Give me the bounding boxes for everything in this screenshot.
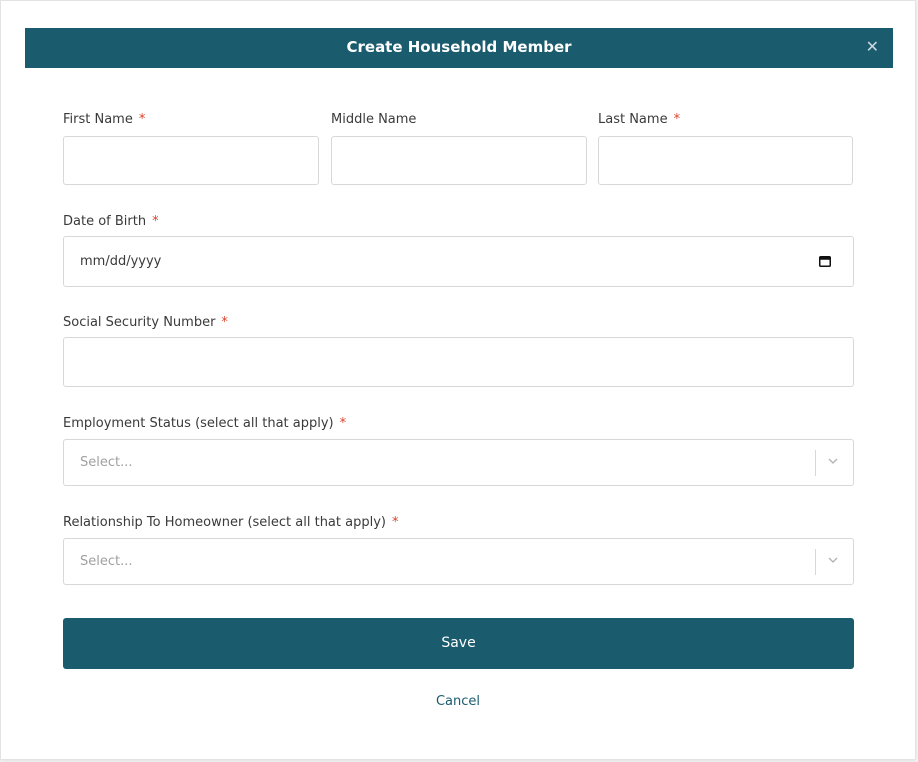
middle-name-label: Middle Name xyxy=(331,112,416,127)
required-indicator: * xyxy=(673,112,681,127)
employment-status-placeholder: Select... xyxy=(80,455,133,470)
first-name-label: First Name * xyxy=(63,112,145,127)
date-of-birth-label: Date of Birth * xyxy=(63,214,159,229)
required-indicator: * xyxy=(221,315,228,330)
first-name-label-text: First Name xyxy=(63,112,133,127)
chevron-down-icon[interactable] xyxy=(827,455,839,467)
required-indicator: * xyxy=(138,112,146,127)
date-of-birth-label-text: Date of Birth xyxy=(63,214,147,229)
middle-name-label-text: Middle Name xyxy=(331,112,417,127)
last-name-input[interactable] xyxy=(598,136,853,185)
create-household-member-dialog: Create Household Member ✕ First Name * Mi… xyxy=(0,0,916,760)
middle-name-input[interactable] xyxy=(331,136,587,185)
employment-status-select[interactable]: Select... xyxy=(63,439,854,486)
first-name-input[interactable] xyxy=(63,136,319,185)
required-indicator: * xyxy=(339,416,347,431)
close-icon[interactable]: ✕ xyxy=(866,28,879,66)
required-indicator: * xyxy=(152,214,159,229)
select-divider xyxy=(815,549,816,575)
required-indicator: * xyxy=(391,515,399,530)
calendar-icon[interactable] xyxy=(819,255,831,267)
ssn-input[interactable] xyxy=(63,337,854,387)
dialog-header: Create Household Member ✕ xyxy=(25,28,893,68)
chevron-down-icon[interactable] xyxy=(827,554,839,566)
last-name-label: Last Name * xyxy=(598,112,680,127)
ssn-label: Social Security Number * xyxy=(63,315,228,330)
ssn-label-text: Social Security Number xyxy=(63,315,216,330)
relationship-label: Relationship To Homeowner (select all th… xyxy=(63,515,398,530)
relationship-placeholder: Select... xyxy=(80,554,133,569)
relationship-select[interactable]: Select... xyxy=(63,538,854,585)
cancel-link[interactable]: Cancel xyxy=(1,694,915,709)
date-of-birth-input[interactable]: mm/dd/yyyy xyxy=(63,236,854,287)
relationship-label-text: Relationship To Homeowner (select all th… xyxy=(63,515,386,530)
last-name-label-text: Last Name xyxy=(598,112,668,127)
select-divider xyxy=(815,450,816,476)
save-button[interactable]: Save xyxy=(63,618,854,669)
date-of-birth-placeholder: mm/dd/yyyy xyxy=(80,254,162,269)
employment-status-label-text: Employment Status (select all that apply… xyxy=(63,416,334,431)
employment-status-label: Employment Status (select all that apply… xyxy=(63,416,346,431)
dialog-title: Create Household Member xyxy=(346,38,572,56)
